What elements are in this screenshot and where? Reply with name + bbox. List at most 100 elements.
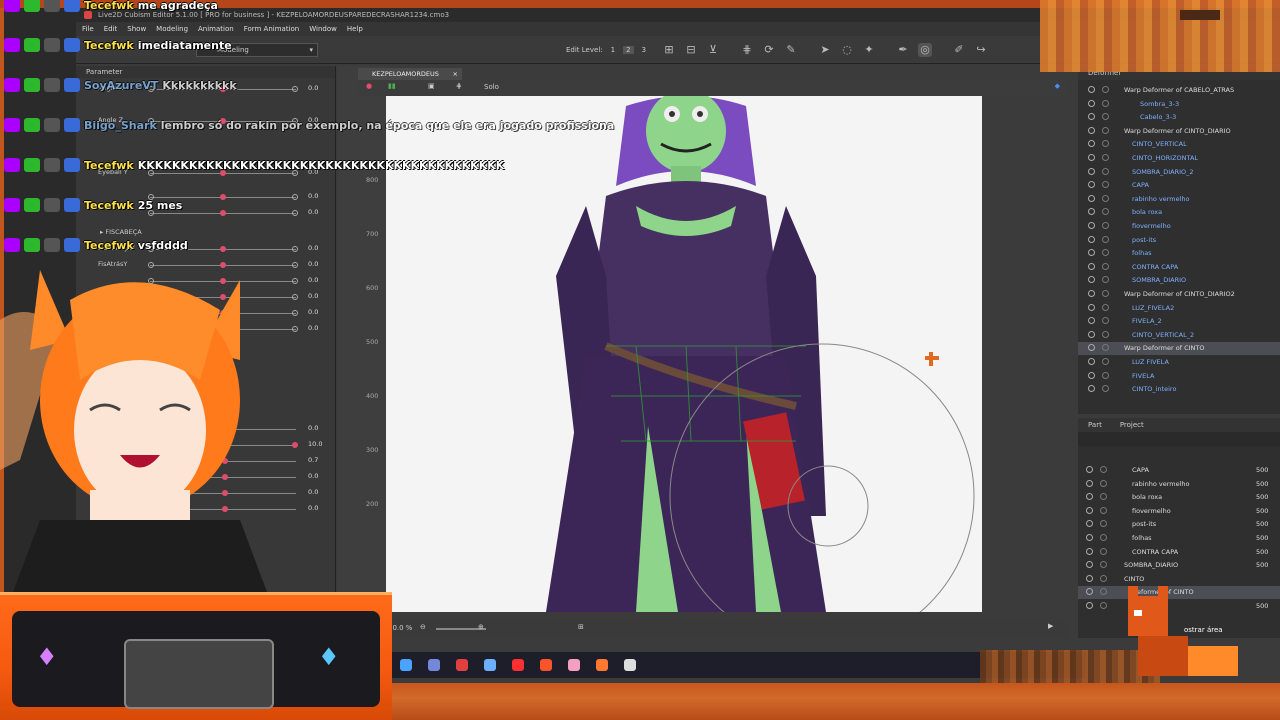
menu-window[interactable]: Window: [309, 22, 337, 36]
lock-icon[interactable]: [1102, 358, 1109, 365]
lock-icon[interactable]: [1102, 290, 1109, 297]
pin-icon[interactable]: ◆: [1055, 82, 1060, 90]
lock-icon[interactable]: [1102, 330, 1109, 338]
visibility-eye-icon[interactable]: [1088, 249, 1095, 257]
visibility-eye-icon[interactable]: [1088, 194, 1095, 202]
lock-icon[interactable]: [1100, 547, 1107, 555]
filter-icon[interactable]: ⊻: [706, 43, 720, 57]
lock-icon[interactable]: [1100, 466, 1107, 473]
parameter-slider-knob[interactable]: [220, 210, 226, 216]
zoom-in-icon[interactable]: ⊕: [478, 623, 484, 631]
lock-icon[interactable]: [1102, 249, 1109, 257]
menu-form-animation[interactable]: Form Animation: [244, 22, 300, 36]
visibility-eye-icon[interactable]: [1088, 317, 1095, 325]
frame-icon[interactable]: ▣: [428, 82, 435, 90]
lasso-tool-icon[interactable]: ◌: [840, 43, 854, 57]
visibility-eye-icon[interactable]: [1088, 344, 1095, 352]
glue-tool-icon[interactable]: ⊟: [684, 43, 698, 57]
part-tree-item[interactable]: post-its 500: [1078, 518, 1280, 531]
deformer-tree-item[interactable]: fiovermelho: [1078, 220, 1280, 233]
lock-icon[interactable]: [1102, 222, 1109, 229]
lock-icon[interactable]: [1100, 493, 1107, 501]
taskbar-app-icon[interactable]: [484, 659, 496, 671]
edit-level-2[interactable]: 2: [623, 46, 634, 54]
lock-icon[interactable]: [1102, 86, 1109, 93]
deformer-tree-item[interactable]: FIVELA: [1078, 370, 1280, 383]
lock-icon[interactable]: [1102, 194, 1109, 202]
visibility-eye-icon[interactable]: [1086, 602, 1093, 609]
brave-icon[interactable]: [540, 659, 552, 671]
tab-part[interactable]: Part: [1088, 418, 1102, 432]
lock-icon[interactable]: [1100, 534, 1107, 541]
visibility-eye-icon[interactable]: [1086, 574, 1093, 582]
visibility-eye-icon[interactable]: [1086, 588, 1093, 596]
deformer-tree-item[interactable]: SOMBRA_DIARIO_2: [1078, 166, 1280, 179]
part-tree-item[interactable]: bola roxa 500: [1078, 491, 1280, 504]
visibility-eye-icon[interactable]: [1086, 520, 1093, 528]
deformer-tree-item[interactable]: Sombra_3-3: [1078, 98, 1280, 111]
close-icon[interactable]: ×: [453, 68, 458, 80]
visibility-eye-icon[interactable]: [1088, 86, 1095, 93]
taskbar-app-icon[interactable]: [400, 659, 412, 671]
zoom-out-icon[interactable]: ⊖: [420, 623, 426, 631]
lock-icon[interactable]: [1102, 385, 1109, 393]
deformer-tree-item[interactable]: CINTO_VERTICAL: [1078, 138, 1280, 151]
view-options-icon[interactable]: ⊞: [578, 623, 584, 631]
lock-icon[interactable]: [1100, 479, 1107, 487]
deformer-tree-item[interactable]: CINTO_HORIZONTAL: [1078, 152, 1280, 165]
visibility-eye-icon[interactable]: [1088, 371, 1095, 379]
visibility-eye-icon[interactable]: [1086, 534, 1093, 541]
toggle-icon[interactable]: ▮▮: [388, 82, 396, 90]
lock-icon[interactable]: [1100, 602, 1107, 609]
visibility-eye-icon[interactable]: [1088, 222, 1095, 229]
visibility-eye-icon[interactable]: [1086, 466, 1093, 473]
visibility-eye-icon[interactable]: [1086, 561, 1093, 569]
document-tab[interactable]: KEZPELOAMORDEUS ×: [358, 68, 462, 80]
taskbar-app-icon[interactable]: [596, 659, 608, 671]
deformer-tree-item[interactable]: LUZ FIVELA: [1078, 356, 1280, 369]
visibility-eye-icon[interactable]: [1088, 154, 1095, 161]
visibility-eye-icon[interactable]: [1088, 385, 1095, 393]
visibility-eye-icon[interactable]: [1088, 181, 1095, 189]
visibility-eye-icon[interactable]: [1088, 208, 1095, 216]
discord-icon[interactable]: [428, 659, 440, 671]
visibility-eye-icon[interactable]: [1088, 358, 1095, 365]
part-tree-item[interactable]: SOMBRA_DIARIO 500: [1078, 559, 1280, 572]
visibility-eye-icon[interactable]: [1086, 547, 1093, 555]
part-tree-item[interactable]: folhas 500: [1078, 532, 1280, 545]
play-icon[interactable]: ▶: [1048, 622, 1053, 630]
part-tree-item[interactable]: rabinho vermelho 500: [1078, 478, 1280, 491]
deformer-tree-item[interactable]: FIVELA_2: [1078, 315, 1280, 328]
pen-tool-icon[interactable]: ✒: [896, 43, 910, 57]
part-tree-item[interactable]: CONTRA CAPA 500: [1078, 546, 1280, 559]
lock-icon[interactable]: [1102, 276, 1109, 284]
redo-icon[interactable]: ↪: [974, 43, 988, 57]
deformer-tree-item[interactable]: LUZ_FIVELA2: [1078, 302, 1280, 315]
lock-icon[interactable]: [1102, 113, 1109, 121]
taskbar-app-icon[interactable]: [568, 659, 580, 671]
part-tree-item[interactable]: fiovermelho 500: [1078, 505, 1280, 518]
rotate-tool-icon[interactable]: ⟳: [762, 43, 776, 57]
deformer-tree-item[interactable]: bola roxa: [1078, 206, 1280, 219]
menu-modeling[interactable]: Modeling: [156, 22, 188, 36]
visibility-eye-icon[interactable]: [1086, 506, 1093, 514]
parameter-slider-knob[interactable]: [220, 194, 226, 200]
lock-icon[interactable]: [1102, 262, 1109, 270]
lock-icon[interactable]: [1102, 371, 1109, 379]
lock-icon[interactable]: [1102, 167, 1109, 175]
wand-tool-icon[interactable]: ✦: [862, 43, 876, 57]
visibility-eye-icon[interactable]: [1088, 290, 1095, 297]
edit-level-1[interactable]: 1: [611, 46, 615, 54]
taskbar-app-icon[interactable]: [456, 659, 468, 671]
visibility-eye-icon[interactable]: [1088, 276, 1095, 284]
visibility-eye-icon[interactable]: [1088, 235, 1095, 243]
visibility-eye-icon[interactable]: [1088, 167, 1095, 175]
solo-toggle[interactable]: Solo: [484, 83, 499, 91]
arrow-tool-icon[interactable]: ➤: [818, 43, 832, 57]
deformer-tree-item[interactable]: CINTO_inteiro: [1078, 383, 1280, 396]
visibility-eye-icon[interactable]: [1086, 479, 1093, 487]
deformer-tree-item[interactable]: CAPA: [1078, 179, 1280, 192]
deformer-tree-item[interactable]: Warp Deformer of CINTO: [1078, 342, 1280, 356]
parameter-slider-knob[interactable]: [220, 246, 226, 252]
lock-icon[interactable]: [1102, 181, 1109, 189]
